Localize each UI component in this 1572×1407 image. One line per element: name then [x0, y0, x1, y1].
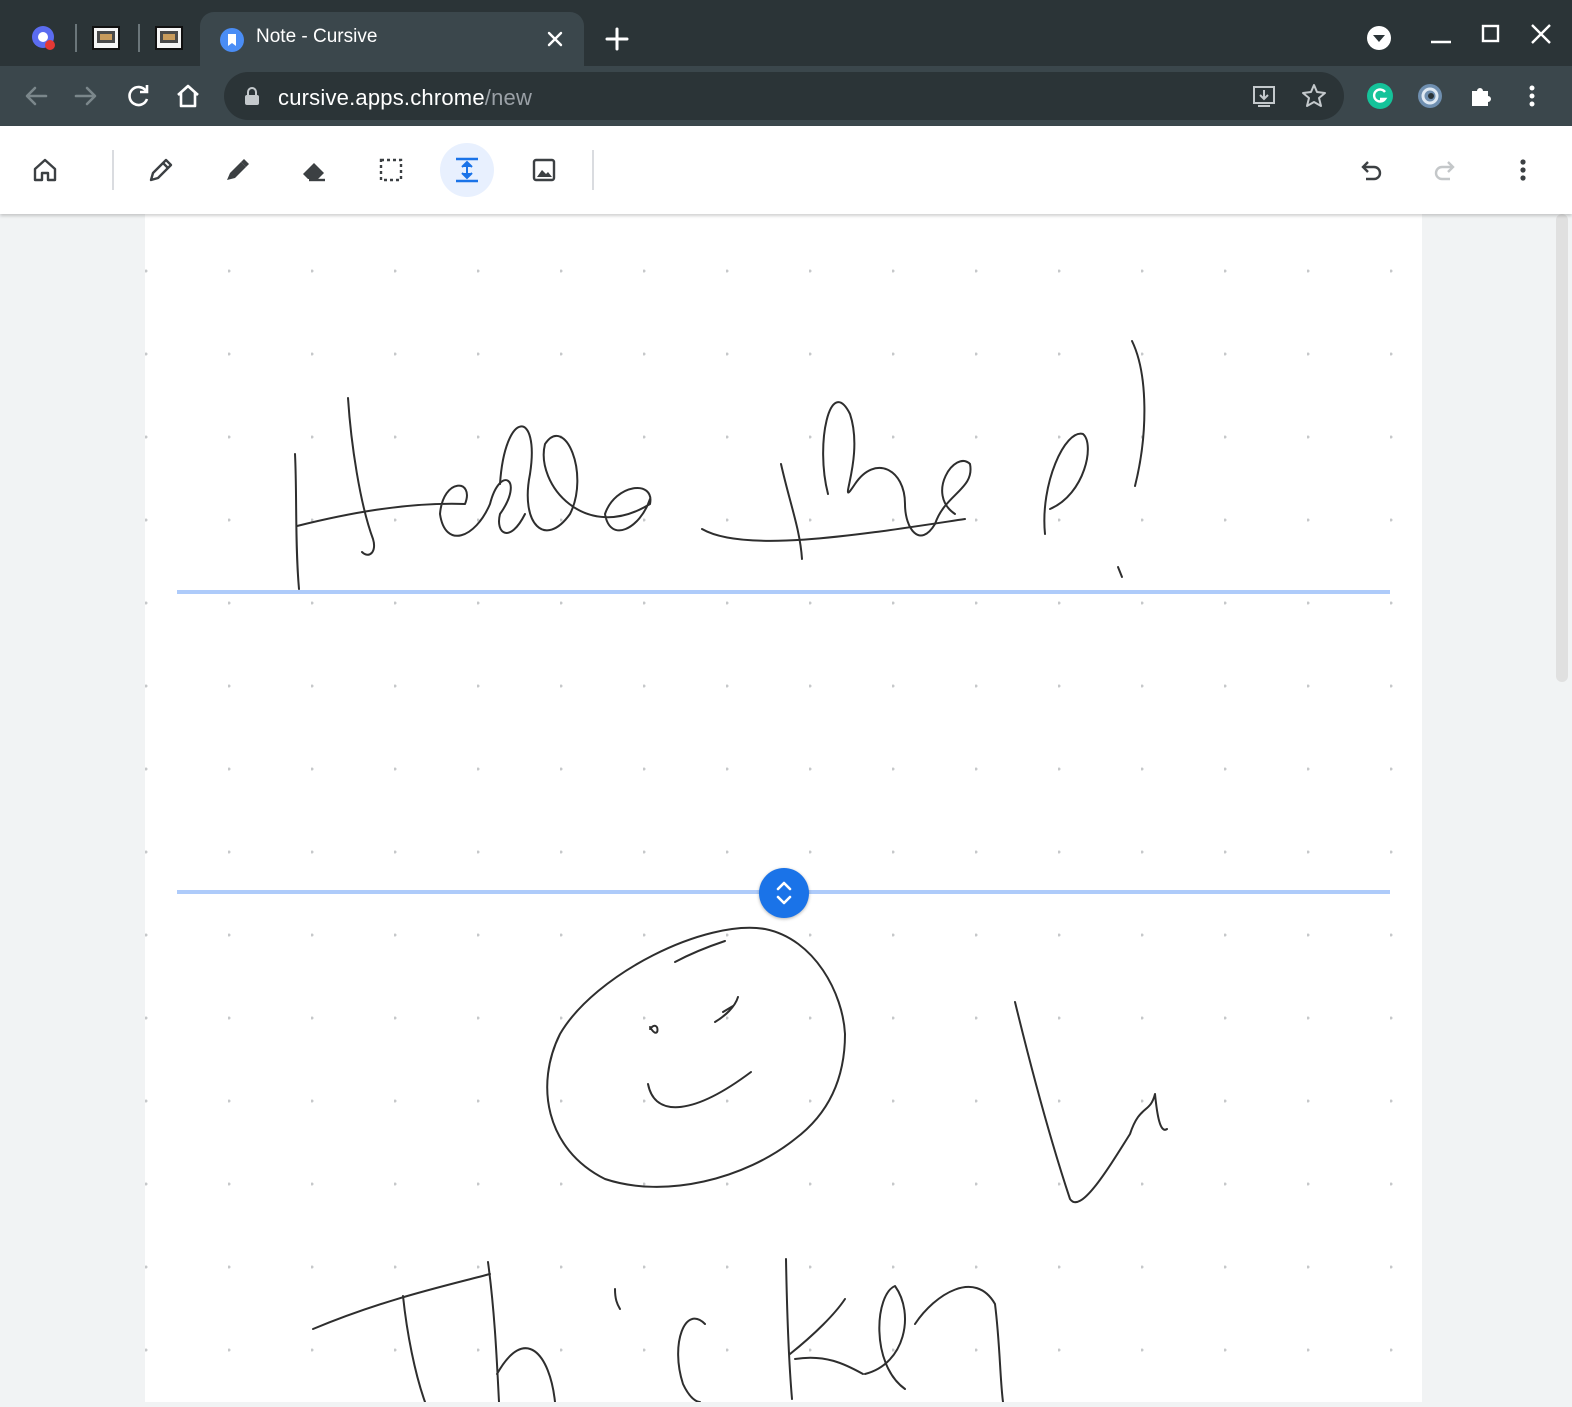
- pen-tool-button[interactable]: [134, 143, 188, 197]
- canvas-area: [0, 214, 1572, 1403]
- bookmark-button[interactable]: [1300, 82, 1328, 110]
- url-path: /new: [484, 85, 533, 110]
- tab-search-button[interactable]: [1363, 22, 1395, 54]
- space-drag-handle[interactable]: [759, 868, 809, 918]
- insert-image-button[interactable]: [517, 143, 571, 197]
- toolbar-divider: [592, 150, 594, 190]
- selection-tool-button[interactable]: [364, 143, 418, 197]
- photo-thumbnail-icon: [155, 26, 183, 50]
- chevron-down-circle-icon: [1367, 26, 1391, 50]
- home-notebooks-button[interactable]: [18, 143, 72, 197]
- tab-title: Note - Cursive: [256, 26, 378, 47]
- eraser-icon: [303, 163, 325, 182]
- pinned-tab-photo-2[interactable]: [145, 14, 193, 62]
- home-icon: [33, 158, 57, 182]
- lock-icon: [245, 87, 259, 105]
- install-app-button[interactable]: [1250, 82, 1278, 110]
- url-text: cursive.apps.chrome/new: [278, 85, 532, 111]
- forward-button[interactable]: [66, 76, 106, 116]
- note-page[interactable]: [145, 214, 1422, 1403]
- puzzle-icon: [1472, 88, 1491, 106]
- lasso-select-icon: [379, 158, 403, 182]
- grammarly-icon: [1367, 83, 1393, 109]
- reload-button[interactable]: [118, 76, 158, 116]
- extensions-button[interactable]: [1461, 76, 1501, 116]
- arrow-right-icon: [74, 86, 97, 106]
- maximize-button[interactable]: [1475, 18, 1507, 50]
- pinned-tab-app[interactable]: [20, 14, 68, 62]
- home-button[interactable]: [168, 76, 208, 116]
- browser-menu-button[interactable]: [1512, 76, 1552, 116]
- star-icon: [1302, 84, 1326, 107]
- tab-divider: [138, 24, 140, 52]
- undo-icon: [1361, 161, 1382, 181]
- redo-icon: [1434, 161, 1455, 181]
- cursive-favicon-icon: [220, 28, 244, 52]
- highlighter-icon: [227, 159, 249, 180]
- close-tab-icon[interactable]: [540, 24, 570, 54]
- toolbar-divider: [112, 150, 114, 190]
- image-icon: [532, 158, 556, 182]
- insert-space-icon: [456, 157, 478, 183]
- home-icon: [177, 84, 199, 108]
- close-icon: [1531, 24, 1551, 44]
- maximize-icon: [1481, 24, 1500, 43]
- minimize-button[interactable]: [1425, 22, 1457, 54]
- grammarly-extension[interactable]: [1360, 76, 1400, 116]
- reload-icon: [128, 85, 149, 107]
- arrow-left-icon: [25, 86, 48, 106]
- install-icon: [1253, 86, 1275, 107]
- photo-thumbnail-icon: [92, 26, 120, 50]
- redo-button[interactable]: [1419, 143, 1473, 197]
- app-menu-button[interactable]: [1496, 143, 1550, 197]
- minimize-icon: [1431, 40, 1451, 44]
- close-window-button[interactable]: [1525, 18, 1557, 50]
- pen-icon: [149, 158, 173, 182]
- plus-icon: [605, 27, 629, 51]
- new-tab-button[interactable]: [600, 22, 634, 56]
- unfold-icon: [776, 881, 792, 905]
- app-toolbar: [0, 126, 1572, 214]
- active-tab[interactable]: Note - Cursive: [200, 12, 584, 66]
- back-button[interactable]: [16, 76, 56, 116]
- ink-canvas[interactable]: [145, 214, 1422, 1403]
- browser-toolbar: cursive.apps.chrome/new: [0, 66, 1572, 126]
- tab-divider: [75, 24, 77, 52]
- insert-space-tool-button[interactable]: [440, 143, 494, 197]
- app-icon: [32, 26, 55, 50]
- vertical-scrollbar[interactable]: [1556, 214, 1568, 682]
- extension-swirl[interactable]: [1410, 76, 1450, 116]
- more-vert-icon: [1529, 85, 1535, 107]
- eraser-tool-button[interactable]: [287, 143, 341, 197]
- tab-strip: Note - Cursive: [0, 0, 1572, 66]
- url-domain: cursive.apps.chrome: [278, 85, 485, 110]
- more-vert-icon: [1520, 159, 1526, 181]
- undo-button[interactable]: [1343, 143, 1397, 197]
- swirl-icon: [1418, 84, 1442, 108]
- address-bar[interactable]: cursive.apps.chrome/new: [224, 72, 1344, 120]
- pinned-tab-photo-1[interactable]: [82, 14, 130, 62]
- highlighter-tool-button[interactable]: [210, 143, 264, 197]
